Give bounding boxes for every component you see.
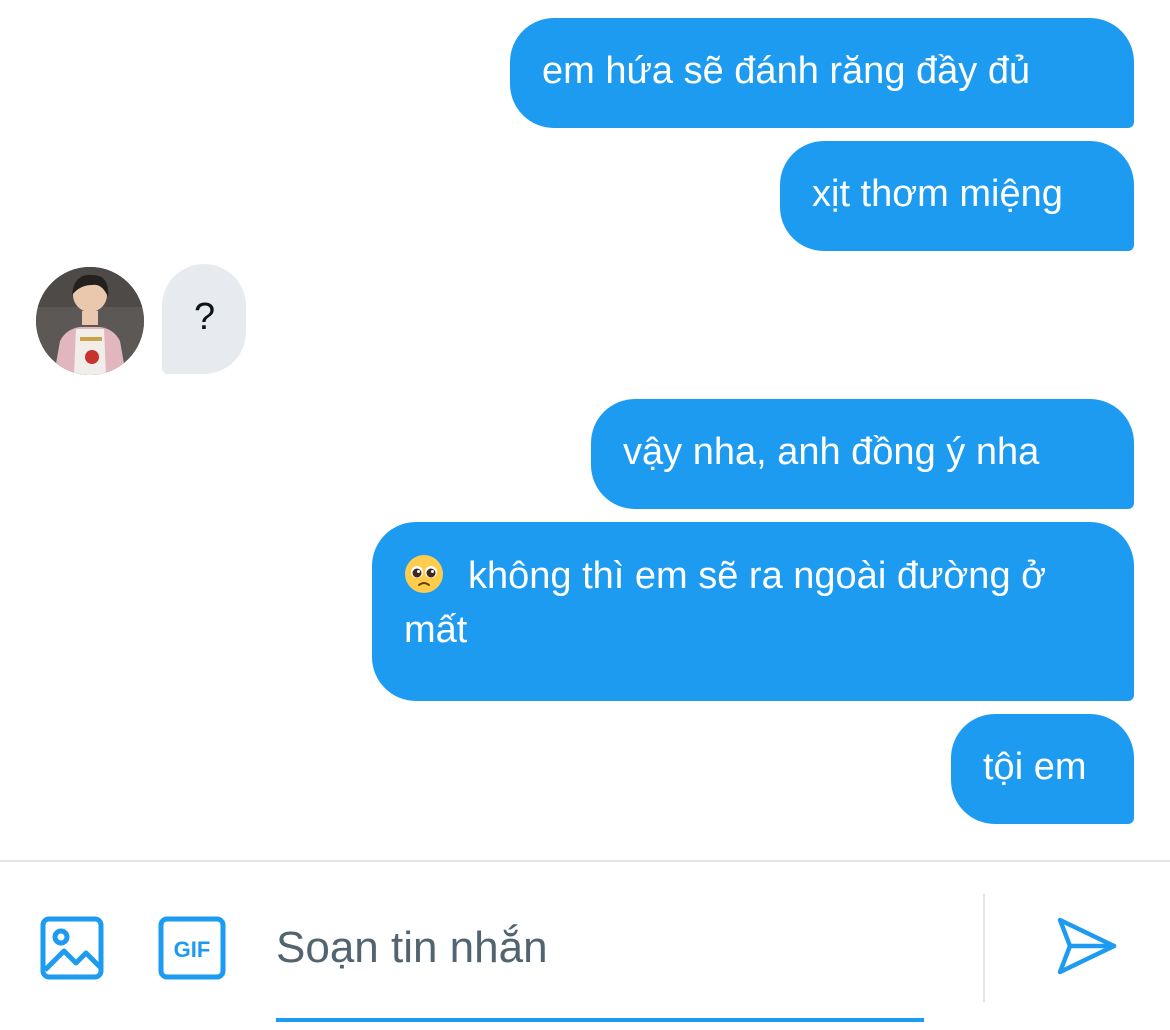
gif-label: GIF — [174, 937, 211, 962]
add-gif-button[interactable]: GIF — [158, 916, 226, 980]
avatar[interactable] — [36, 267, 144, 375]
gif-icon: GIF — [158, 916, 226, 980]
avatar-photo — [36, 267, 144, 375]
input-focus-underline — [276, 1018, 924, 1022]
send-icon — [1057, 917, 1117, 975]
message-bubble-outgoing[interactable]: tội em — [951, 714, 1134, 824]
message-bubble-outgoing[interactable]: em hứa sẽ đánh răng đầy đủ — [510, 18, 1134, 128]
message-bubble-outgoing[interactable]: xịt thơm miệng — [780, 141, 1134, 251]
message-bubble-outgoing[interactable]: vậy nha, anh đồng ý nha — [591, 399, 1134, 509]
pleading-face-icon — [405, 555, 443, 593]
composer-separator — [983, 894, 985, 1002]
conversation-thread: em hứa sẽ đánh răng đầy đủ xịt thơm miện… — [0, 0, 1170, 860]
send-button[interactable] — [1054, 914, 1118, 978]
message-bubble-outgoing[interactable]: không thì em sẽ ra ngoài đường ở mất — [372, 522, 1134, 701]
message-input-wrapper — [276, 902, 924, 1022]
message-composer: GIF — [0, 862, 1170, 1030]
message-input[interactable] — [276, 918, 916, 978]
image-icon — [40, 916, 104, 980]
message-text: không thì em sẽ ra ngoài đường ở mất — [404, 555, 1047, 651]
add-image-button[interactable] — [40, 916, 104, 980]
message-bubble-incoming[interactable]: ? — [162, 264, 246, 374]
